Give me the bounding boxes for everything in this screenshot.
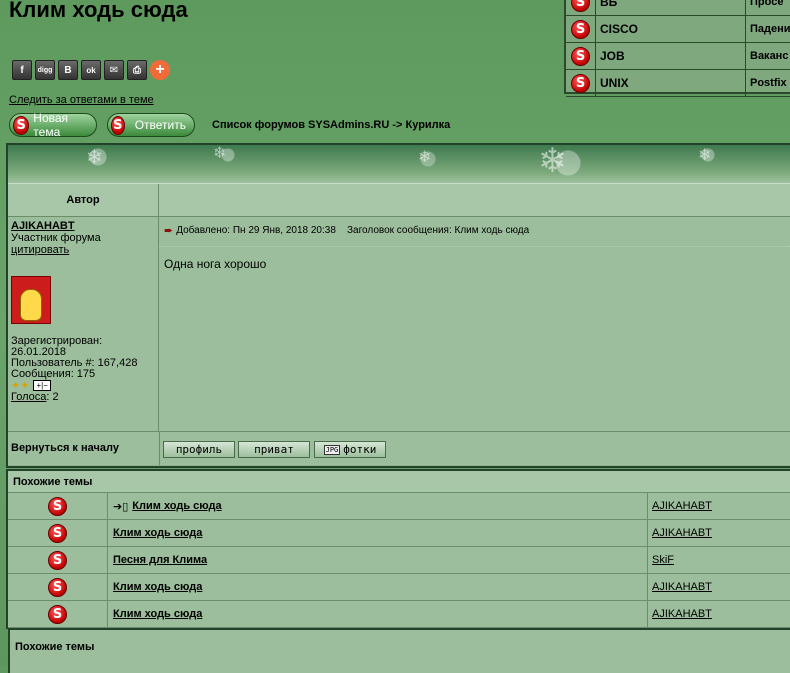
- sysadmins-logo-icon: S: [571, 19, 590, 39]
- author-column-header: Автор: [8, 184, 159, 216]
- section-desc[interactable]: Ваканс: [746, 50, 788, 62]
- new-topic-button[interactable]: S Новая тема: [9, 111, 97, 139]
- post-arrow-icon[interactable]: ➨: [164, 224, 173, 237]
- new-topic-label: Новая тема: [33, 111, 69, 139]
- post-meta: ➨ Добавлено: Пн 29 Янв, 2018 20:38 Загол…: [164, 224, 529, 237]
- reply-label: Ответить: [134, 118, 186, 132]
- sysadmins-logo-icon: S: [48, 577, 67, 597]
- snowflake-icon: ❄: [86, 147, 103, 169]
- section-name[interactable]: JOB: [596, 43, 746, 69]
- page-title: Клим ходь сюда: [9, 0, 188, 22]
- back-to-top-link[interactable]: Вернуться к началу: [11, 442, 119, 454]
- section-name[interactable]: ВБ: [596, 0, 746, 15]
- more-share-icon[interactable]: +: [150, 60, 170, 80]
- sysadmins-logo-icon: S: [48, 604, 67, 624]
- snowflake-icon: ❄: [538, 142, 567, 180]
- author-link[interactable]: AJIKAHABT: [652, 581, 712, 593]
- similar-topics-table: Похожие темы S ➔▯ Клим ходь сюда AJIKAHAB…: [6, 469, 790, 629]
- snowflake-icon: ❄: [698, 147, 712, 164]
- author-registered: Зарегистрирован: 26.01.2018: [11, 335, 103, 358]
- post-footer-row: Вернуться к началу профиль приват JPG фо…: [8, 431, 790, 465]
- share-bar: f digg B ok ✉ ⎙ +: [12, 60, 170, 80]
- votes-value: : 2: [46, 391, 59, 403]
- section-row[interactable]: S CISCO Падени: [566, 16, 790, 43]
- private-message-button[interactable]: приват: [238, 441, 310, 458]
- similar-topics-heading: Похожие темы: [15, 641, 95, 653]
- table-row: S Клим ходь сюда AJIKAHABT: [8, 520, 790, 547]
- message-body: Одна нога хорошо: [164, 257, 267, 271]
- forum-sections-table: S ВБ Просе S CISCO Падени S JOB Ваканс S…: [564, 0, 790, 97]
- table-row: S Песня для Клима SkiF: [8, 547, 790, 574]
- section-name[interactable]: UNIX: [596, 70, 746, 96]
- facebook-icon[interactable]: f: [12, 60, 32, 80]
- print-icon[interactable]: ⎙: [127, 60, 147, 80]
- section-row[interactable]: S UNIX Postfix: [566, 70, 790, 97]
- author-info: AJIKAHABT Участник форума цитировать Зар…: [8, 217, 159, 431]
- photos-button[interactable]: JPG фотки: [314, 441, 386, 458]
- snowflake-icon: ❄: [418, 149, 432, 166]
- message-cell: ➨ Добавлено: Пн 29 Янв, 2018 20:38 Загол…: [159, 217, 790, 431]
- quote-link[interactable]: цитировать: [11, 244, 155, 256]
- sysadmins-logo-icon: S: [48, 523, 67, 543]
- sysadmins-logo-icon: S: [571, 0, 590, 12]
- topic-link[interactable]: Клим ходь сюда: [113, 608, 202, 620]
- sysadmins-logo-icon: S: [571, 46, 590, 66]
- rating-plus-minus-icon[interactable]: +|−: [33, 380, 51, 391]
- topic-link[interactable]: Клим ходь сюда: [113, 527, 202, 539]
- current-topic-icon: ➔▯: [113, 500, 129, 513]
- author-link[interactable]: AJIKAHABT: [652, 527, 712, 539]
- table-row: S ➔▯ Клим ходь сюда AJIKAHABT: [8, 493, 790, 520]
- sysadmins-logo-icon: S: [48, 496, 67, 516]
- profile-button[interactable]: профиль: [163, 441, 235, 458]
- author-name[interactable]: AJIKAHABT: [11, 220, 155, 232]
- sysadmins-logo-icon: S: [48, 550, 67, 570]
- votes-link[interactable]: Голоса: [11, 391, 46, 403]
- topic-link[interactable]: Клим ходь сюда: [113, 581, 202, 593]
- section-row[interactable]: S JOB Ваканс: [566, 43, 790, 70]
- section-desc[interactable]: Просе: [746, 0, 783, 8]
- vkontakte-icon[interactable]: B: [58, 60, 78, 80]
- author-link[interactable]: AJIKAHABT: [652, 608, 712, 620]
- section-desc[interactable]: Postfix: [746, 77, 787, 89]
- similar-topics-heading: Похожие темы: [8, 471, 790, 493]
- breadcrumb[interactable]: Список форумов SYSAdmins.RU -> Курилка: [212, 119, 450, 131]
- reply-button[interactable]: S Ответить: [107, 113, 195, 137]
- post-meta-text: Добавлено: Пн 29 Янв, 2018 20:38 Заголов…: [176, 225, 530, 236]
- topic-link[interactable]: Песня для Клима: [113, 554, 207, 566]
- section-name[interactable]: CISCO: [596, 16, 746, 42]
- follow-topic-link[interactable]: Следить за ответами в теме: [9, 94, 154, 106]
- email-icon[interactable]: ✉: [104, 60, 124, 80]
- sysadmins-logo-icon: S: [13, 115, 30, 135]
- jpeg-icon: JPG: [323, 444, 341, 455]
- table-row: S Клим ходь сюда AJIKAHABT: [8, 574, 790, 601]
- avatar: [11, 276, 51, 324]
- odnoklassniki-icon[interactable]: ok: [81, 60, 101, 80]
- snowflake-icon: ❄: [213, 145, 227, 162]
- author-link[interactable]: AJIKAHABT: [652, 500, 712, 512]
- similar-topics-table-2: Похожие темы: [8, 628, 790, 673]
- sysadmins-logo-icon: S: [571, 73, 590, 93]
- photos-label: фотки: [343, 443, 377, 456]
- post-header-row: Автор: [8, 183, 790, 217]
- section-desc[interactable]: Падени: [746, 23, 790, 35]
- topic-link[interactable]: Клим ходь сюда: [132, 500, 221, 512]
- post-table: ❄ ❄ ❄ ❄ ❄ Автор AJIKAHABT Участник форум…: [6, 142, 790, 468]
- table-row: S Клим ходь сюда AJIKAHABT: [8, 601, 790, 628]
- author-link[interactable]: SkiF: [652, 554, 674, 566]
- digg-icon[interactable]: digg: [35, 60, 55, 80]
- author-rank: Участник форума: [11, 232, 101, 244]
- decor-snow-banner: ❄ ❄ ❄ ❄ ❄: [8, 142, 790, 183]
- sysadmins-logo-icon: S: [111, 115, 125, 135]
- section-row[interactable]: S ВБ Просе: [566, 0, 790, 16]
